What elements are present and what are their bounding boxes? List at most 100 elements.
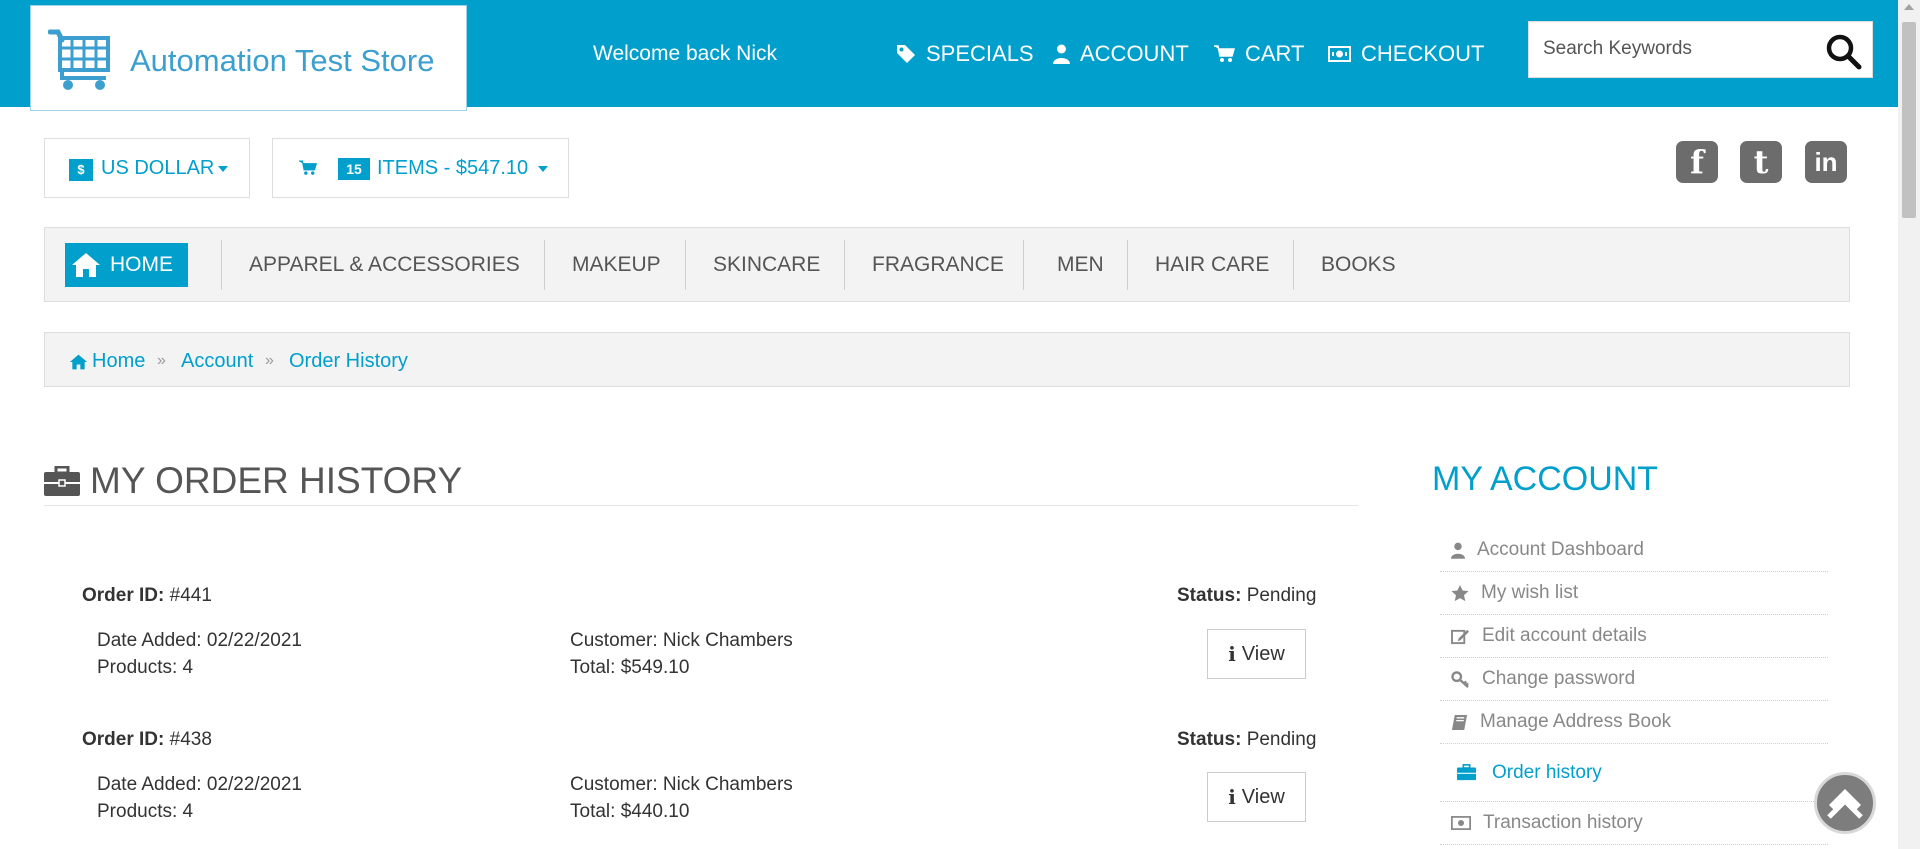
cart-icon [1214,45,1235,62]
order-id-value: #441 [169,585,212,606]
money-icon [1328,46,1351,62]
sidebar-item-label: Edit account details [1482,625,1647,646]
breadcrumb: Home » Account » Order History [44,332,1850,387]
category-books[interactable]: BOOKS [1321,228,1396,301]
home-icon [69,354,88,369]
order-status-value: Pending [1246,585,1317,606]
scroll-up-arrow-icon[interactable] [1904,4,1914,10]
order-products: Products: 4 [97,657,193,679]
sidebar-item-account-dashboard[interactable]: Account Dashboard [1440,529,1828,572]
order-total-label: Total: [570,657,616,678]
breadcrumb-order-history[interactable]: Order History [289,350,408,373]
book-icon [1451,714,1468,730]
cart-summary-dropdown[interactable]: 15 ITEMS - $547.10 [272,138,569,198]
store-logo[interactable]: Automation Test Store [30,5,467,111]
view-order-button[interactable]: i View [1207,772,1306,822]
view-order-button[interactable]: i View [1207,629,1306,679]
title-divider [44,505,1358,506]
star-icon [1451,584,1469,601]
nav-specials-label: SPECIALS [926,41,1034,66]
nav-cart[interactable]: CART [1214,41,1305,67]
order-date-value: 02/22/2021 [206,630,302,651]
twitter-icon[interactable]: t [1740,141,1782,183]
breadcrumb-home-label: Home [92,350,146,372]
shopping-cart-logo-icon [48,29,110,90]
order-status: Status: Pending [1177,729,1316,751]
breadcrumb-account[interactable]: Account [181,350,253,373]
menu-divider [1293,240,1294,290]
order-status: Status: Pending [1177,585,1316,607]
search-icon[interactable] [1823,31,1863,71]
order-total: Total: $440.10 [570,801,689,823]
caret-down-icon [218,165,229,172]
order-total-value: $440.10 [620,801,690,822]
nav-checkout-label: CHECKOUT [1361,41,1485,66]
category-fragrance[interactable]: FRAGRANCE [872,228,1004,301]
sidebar-item-label: Manage Address Book [1480,711,1672,732]
nav-checkout[interactable]: CHECKOUT [1328,41,1484,67]
edit-icon [1451,629,1469,644]
cart-label: ITEMS - $547.10 [377,157,529,179]
sidebar-item-change-password[interactable]: Change password [1440,658,1828,701]
search-input[interactable] [1543,38,1813,60]
currency-label: US DOLLAR [101,157,215,179]
scroll-thumb[interactable] [1902,22,1916,218]
back-to-top-button[interactable] [1814,772,1876,834]
category-home-label: HOME [110,253,173,276]
order-date: Date Added: 02/22/2021 [97,630,302,652]
breadcrumb-home[interactable]: Home [69,350,145,373]
category-home[interactable]: HOME [65,243,188,287]
currency-dropdown[interactable]: $ US DOLLAR [44,138,250,198]
sidebar-item-wish-list[interactable]: My wish list [1440,572,1828,615]
order-total: Total: $549.10 [570,657,689,679]
sidebar-item-label: Change password [1482,668,1636,689]
category-skincare[interactable]: SKINCARE [713,228,820,301]
nav-account[interactable]: ACCOUNT [1053,41,1189,67]
user-icon [1053,44,1070,64]
linkedin-icon[interactable]: in [1805,141,1847,183]
currency-symbol: $ [69,159,93,181]
order-id: Order ID: #438 [82,729,212,751]
order-total-label: Total: [570,801,616,822]
sidebar-item-order-history[interactable]: Order history [1440,744,1828,802]
page-title: MY ORDER HISTORY [44,460,462,502]
sidebar-item-label: Order history [1492,761,1602,783]
category-men[interactable]: MEN [1057,228,1104,301]
view-order-label: View [1241,785,1285,808]
order-date-value: 02/22/2021 [206,774,302,795]
currency-label-wrap: US DOLLAR [101,157,229,180]
order-products-value: 4 [182,801,194,822]
category-makeup[interactable]: MAKEUP [572,228,661,301]
user-icon [1451,542,1465,559]
order-products-value: 4 [182,657,194,678]
order-customer-value: Nick Chambers [662,774,793,795]
order-customer-value: Nick Chambers [662,630,793,651]
search-box [1528,21,1873,78]
info-icon: i [1228,785,1236,809]
cart-label-wrap: ITEMS - $547.10 [377,157,549,180]
order-products: Products: 4 [97,801,193,823]
menu-divider [685,240,686,290]
money-icon [1451,816,1471,830]
menu-divider [1127,240,1128,290]
order-customer-label: Customer: [570,774,658,795]
cart-count-badge: 15 [338,158,370,180]
sidebar-item-edit-account[interactable]: Edit account details [1440,615,1828,658]
caret-down-icon [538,165,549,172]
order-status-value: Pending [1246,729,1317,750]
category-apparel[interactable]: APPAREL & ACCESSORIES [249,228,520,301]
order-id-value: #438 [169,729,212,750]
sidebar-item-address-book[interactable]: Manage Address Book [1440,701,1828,744]
order-id-label: Order ID: [82,585,165,606]
home-icon [72,253,100,277]
nav-specials[interactable]: SPECIALS [896,41,1034,67]
category-hair-care[interactable]: HAIR CARE [1155,228,1269,301]
order-date-label: Date Added: [97,630,202,651]
menu-divider [544,240,545,290]
facebook-icon[interactable]: f [1676,141,1718,183]
order-customer-label: Customer: [570,630,658,651]
page-scrollbar[interactable] [1898,0,1920,849]
order-customer: Customer: Nick Chambers [570,630,793,652]
sidebar-item-transaction-history[interactable]: Transaction history [1440,802,1828,845]
page-title-text: MY ORDER HISTORY [90,460,463,501]
